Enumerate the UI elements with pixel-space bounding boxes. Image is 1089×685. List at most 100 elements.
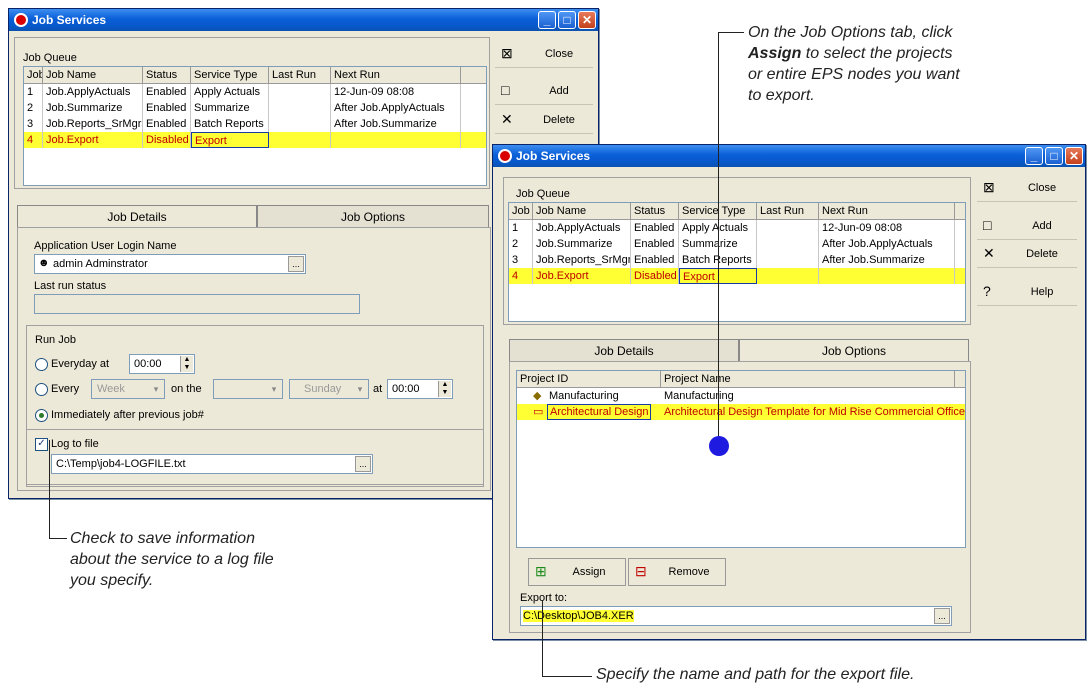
leader-dot	[709, 436, 729, 456]
time-spinner-icon[interactable]: ▲ ▼	[180, 356, 193, 372]
tab-job-details[interactable]: Job Details	[509, 339, 739, 361]
table-row[interactable]: 3 Job.Reports_SrMgrs Enabled Batch Repor…	[24, 116, 486, 132]
every-unit-select[interactable]: Week ▾	[91, 379, 165, 399]
col-job-name[interactable]: Job Name	[43, 67, 143, 83]
user-icon: ☻	[38, 257, 50, 269]
cell-last	[269, 116, 331, 132]
add-button[interactable]: □ Add	[495, 78, 593, 105]
table-row[interactable]: 1 Job.ApplyActuals Enabled Apply Actuals…	[24, 84, 486, 100]
col-job[interactable]: Job	[24, 67, 43, 83]
at-time-input[interactable]: 00:00 ▲ ▼	[387, 379, 453, 399]
leader-line	[542, 600, 543, 676]
tab-job-options[interactable]: Job Options	[739, 339, 969, 361]
leader-line	[49, 440, 50, 538]
project-row-selected[interactable]: ▭ Architectural Design Architectural Des…	[517, 404, 965, 420]
table-row[interactable]: 3 Job.Reports_SrMgrs Enabled Batch Repor…	[509, 252, 965, 268]
cell-next: After Job.ApplyActuals	[331, 100, 461, 116]
project-row[interactable]: ◆ Manufacturing Manufacturing	[517, 388, 965, 404]
everyday-time-input[interactable]: 00:00 ▲ ▼	[129, 354, 195, 374]
close-window-icon[interactable]: ✕	[1065, 147, 1083, 165]
day-select[interactable]: Sunday ▾	[289, 379, 369, 399]
cell-job: 3	[509, 252, 533, 268]
everyday-time-value: 00:00	[134, 358, 162, 370]
close-dialog-icon: ⊠	[501, 45, 513, 61]
table-row[interactable]: 2 Job.Summarize Enabled Summarize After …	[24, 100, 486, 116]
col-status[interactable]: Status	[631, 203, 679, 219]
add-label: Add	[549, 85, 569, 97]
cell-next: 12-Jun-09 08:08	[819, 220, 955, 236]
cell-name: Job.Reports_SrMgrs	[533, 252, 631, 268]
cell-job: 4	[509, 268, 533, 284]
browse-log-button[interactable]: ...	[355, 456, 371, 472]
minimize-icon[interactable]: _	[1025, 147, 1043, 165]
on-the-select[interactable]: ▾	[213, 379, 283, 399]
project-id: Architectural Design	[547, 404, 652, 420]
every-radio[interactable]	[35, 383, 48, 396]
close-label: Close	[544, 48, 574, 60]
cell-type[interactable]: Export	[191, 132, 269, 148]
run-job-group: Run Job Everyday at 00:00 ▲ ▼ Every Week …	[26, 325, 484, 487]
assign-button[interactable]: ⊞ Assign	[528, 558, 626, 586]
cell-last	[757, 268, 819, 284]
app-user-field[interactable]: ☻ admin Adminstrator ...	[34, 254, 306, 274]
cell-name: Job.Summarize	[533, 236, 631, 252]
tab-job-options[interactable]: Job Options	[257, 205, 489, 227]
col-last-run[interactable]: Last Run	[269, 67, 331, 83]
close-button[interactable]: ⊠ Close	[495, 41, 593, 68]
job-queue-table[interactable]: Job Job Name Status Service Type Last Ru…	[508, 202, 966, 322]
col-project-id[interactable]: Project ID	[517, 371, 661, 387]
maximize-icon[interactable]: □	[1045, 147, 1063, 165]
close-label: Close	[1027, 182, 1057, 194]
remove-button[interactable]: ⊟ Remove	[628, 558, 726, 586]
table-row[interactable]: 1 Job.ApplyActuals Enabled Apply Actuals…	[509, 220, 965, 236]
export-path-value: C:\Desktop\JOB4.XER	[523, 610, 634, 622]
browse-user-button[interactable]: ...	[288, 256, 304, 272]
job-queue-table[interactable]: Job Job Name Status Service Type Last Ru…	[23, 66, 487, 186]
add-button[interactable]: □ Add	[977, 213, 1077, 240]
col-next-run[interactable]: Next Run	[819, 203, 955, 219]
title-bar[interactable]: Job Services _ □ ✕	[493, 145, 1085, 167]
assign-callout: On the Job Options tab, click Assign to …	[748, 22, 1088, 106]
col-job-name[interactable]: Job Name	[533, 203, 631, 219]
minimize-icon[interactable]: _	[538, 11, 556, 29]
cell-job: 1	[24, 84, 43, 100]
new-document-icon: □	[983, 217, 992, 233]
log-path-field[interactable]: C:\Temp\job4-LOGFILE.txt ...	[51, 454, 373, 474]
table-row-selected[interactable]: 4 Job.Export Disabled Export	[509, 268, 965, 284]
help-button[interactable]: ? Help	[977, 279, 1077, 306]
immediately-radio[interactable]	[35, 409, 48, 422]
callout-line: Assign to select the projects	[748, 43, 1088, 64]
table-row[interactable]: 2 Job.Summarize Enabled Summarize After …	[509, 236, 965, 252]
col-next-run[interactable]: Next Run	[331, 67, 461, 83]
cell-name: Job.Reports_SrMgrs	[43, 116, 143, 132]
tab-job-details[interactable]: Job Details	[17, 205, 257, 227]
col-status[interactable]: Status	[143, 67, 191, 83]
close-button[interactable]: ⊠ Close	[977, 175, 1077, 202]
callout-text: to select the projects	[801, 45, 953, 62]
col-job[interactable]: Job	[509, 203, 533, 219]
col-service-type[interactable]: Service Type	[191, 67, 269, 83]
log-group: ✓ Log to file C:\Temp\job4-LOGFILE.txt .…	[26, 429, 484, 485]
maximize-icon[interactable]: □	[558, 11, 576, 29]
cell-type: Batch Reports	[191, 116, 269, 132]
export-path-field[interactable]: C:\Desktop\JOB4.XER ...	[520, 606, 952, 626]
cell-name: Job.Export	[533, 268, 631, 284]
last-run-label: Last run status	[34, 280, 107, 292]
log-to-file-checkbox[interactable]: ✓	[35, 438, 48, 451]
browse-export-button[interactable]: ...	[934, 608, 950, 624]
title-bar[interactable]: Job Services _ □ ✕	[9, 9, 598, 31]
on-the-label: on the	[171, 383, 202, 395]
table-row-selected[interactable]: 4 Job.Export Disabled Export	[24, 132, 486, 148]
close-window-icon[interactable]: ✕	[578, 11, 596, 29]
project-table[interactable]: Project ID Project Name ◆ Manufacturing …	[516, 370, 966, 548]
leader-line	[49, 538, 67, 539]
delete-button[interactable]: ✕ Delete	[977, 241, 1077, 268]
everyday-radio[interactable]	[35, 358, 48, 371]
day-value: Sunday	[304, 383, 342, 395]
delete-button[interactable]: ✕ Delete	[495, 107, 593, 134]
col-last-run[interactable]: Last Run	[757, 203, 819, 219]
table-header: Project ID Project Name	[517, 371, 965, 388]
everyday-label: Everyday at	[51, 358, 110, 370]
col-project-name[interactable]: Project Name	[661, 371, 955, 387]
time-spinner-icon[interactable]: ▲ ▼	[438, 381, 451, 397]
